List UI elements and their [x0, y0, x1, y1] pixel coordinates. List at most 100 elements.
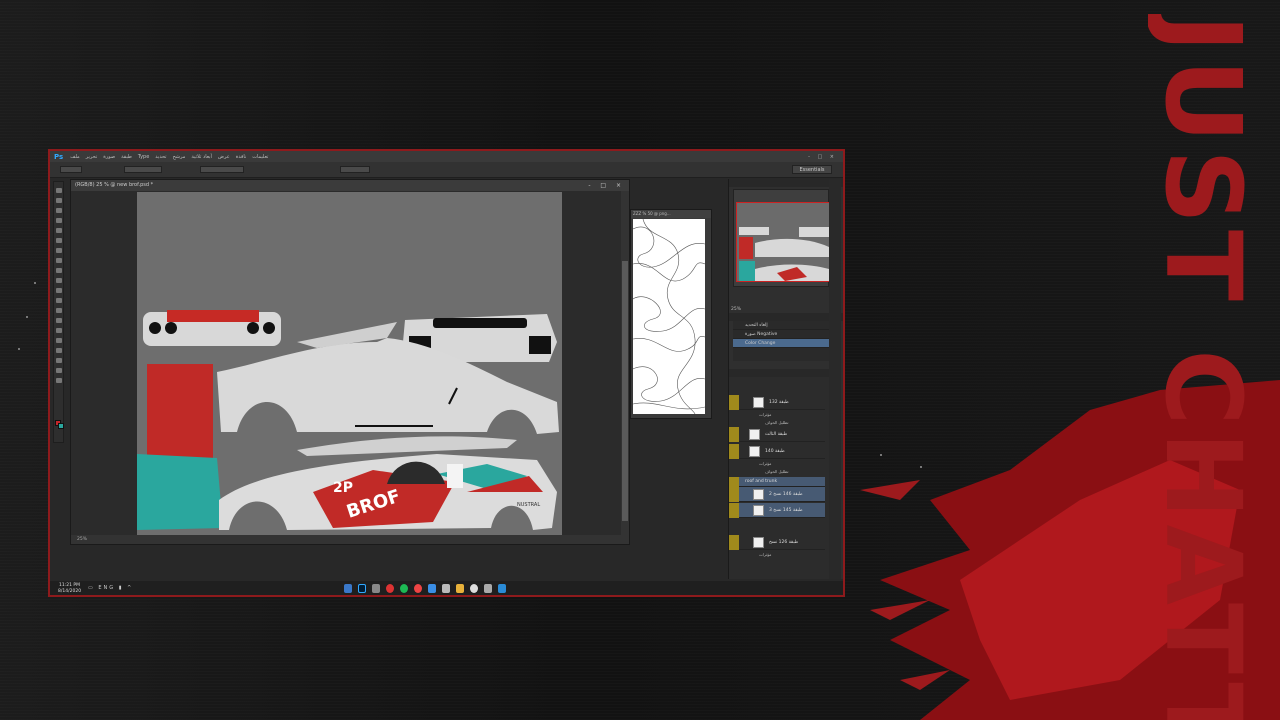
battery-icon[interactable]: ▮ — [119, 585, 124, 591]
windows-start-icon[interactable] — [344, 584, 352, 593]
background-color-swatch[interactable] — [58, 423, 64, 429]
layer-effect: مؤثرات — [759, 412, 772, 417]
edge-icon[interactable] — [428, 584, 436, 593]
blur-tool-icon[interactable] — [56, 308, 62, 313]
layer-row[interactable]: طبقة 140 — [729, 444, 825, 459]
refine-edge-button[interactable] — [340, 166, 370, 173]
app-taskbar-icon[interactable] — [386, 584, 394, 593]
history-item[interactable]: صورة Negative — [733, 330, 829, 339]
path-select-icon[interactable] — [56, 348, 62, 353]
layer-row[interactable]: طبقة الثالث — [729, 427, 825, 442]
menu-item[interactable]: Type — [135, 154, 152, 160]
decor-dot — [26, 316, 28, 318]
layer-thumbnail — [753, 489, 764, 500]
chrome-icon[interactable] — [414, 584, 422, 593]
front-bumper-red — [167, 310, 259, 322]
notification-icon[interactable]: ▭ — [88, 585, 95, 591]
eye-icon[interactable] — [729, 427, 739, 442]
menu-item[interactable]: نافذة — [233, 154, 250, 160]
eye-icon[interactable] — [729, 395, 739, 410]
history-tabs[interactable] — [729, 313, 843, 321]
layer-row[interactable]: طبقة 145 نسخ 3 — [729, 503, 825, 518]
eye-icon[interactable] — [729, 503, 739, 518]
layers-tabs[interactable] — [729, 369, 829, 377]
history-item[interactable]: إلغاء التحديد — [733, 321, 829, 330]
app-taskbar-icon[interactable] — [442, 584, 450, 593]
type-tool-icon[interactable] — [56, 338, 62, 343]
livery-canvas[interactable]: 2P BROF NUSTRAL — [137, 192, 562, 537]
layer-thumbnail — [749, 446, 760, 457]
menu-item[interactable]: أبعاد ثلاثية — [188, 154, 215, 160]
eye-icon[interactable] — [729, 535, 739, 550]
dodge-tool-icon[interactable] — [56, 318, 62, 323]
file-explorer-icon[interactable] — [456, 584, 464, 593]
pattern-canvas[interactable] — [633, 219, 705, 414]
crop-tool-icon[interactable] — [56, 228, 62, 233]
eraser-tool-icon[interactable] — [56, 288, 62, 293]
zoom-tool-icon[interactable] — [56, 378, 62, 383]
scrollbar-thumb[interactable] — [622, 261, 628, 521]
layer-row[interactable]: طبقة 126 نسخ — [729, 535, 825, 550]
brand-watermark: JUST CHATTIN — [1148, 14, 1258, 720]
gradient-tool-icon[interactable] — [56, 298, 62, 303]
app-taskbar-icon[interactable] — [372, 584, 380, 593]
search-icon[interactable] — [470, 584, 478, 593]
menu-item[interactable]: مرشح — [170, 154, 189, 160]
panel-scrollbar[interactable] — [829, 179, 841, 579]
spotify-icon[interactable] — [400, 584, 408, 593]
clone-stamp-icon[interactable] — [56, 268, 62, 273]
menu-item[interactable]: ملف — [67, 154, 83, 160]
tool-preset-picker[interactable] — [60, 166, 82, 173]
workspace-switcher[interactable]: Essentials — [792, 165, 832, 174]
layer-name: طبقة 145 نسخ 3 — [769, 508, 803, 513]
window-controls[interactable]: - □ × — [808, 154, 843, 160]
layer-row[interactable]: طبقة 132 — [729, 395, 825, 410]
navigator-tabs[interactable] — [729, 179, 843, 187]
chevron-up-icon[interactable]: ^ — [127, 585, 133, 591]
layer-name: طبقة 132 — [769, 400, 789, 405]
menu-item[interactable]: صورة — [100, 154, 118, 160]
feather-field[interactable] — [124, 166, 162, 173]
healing-brush-icon[interactable] — [56, 248, 62, 253]
navigator-panel — [733, 189, 830, 287]
layer-effect: مؤثرات — [759, 552, 772, 557]
vertical-scrollbar[interactable] — [621, 191, 629, 537]
navigator-thumbnail[interactable] — [736, 202, 830, 282]
photoshop-taskbar-icon[interactable] — [358, 584, 366, 593]
menu-item[interactable]: تحديد — [152, 154, 169, 160]
history-item[interactable]: Color Change — [733, 339, 829, 348]
eye-icon[interactable] — [729, 487, 739, 502]
shape-tool-icon[interactable] — [56, 358, 62, 363]
pen-tool-icon[interactable] — [56, 328, 62, 333]
brand-watermark-text: JUST CHATTIN — [1148, 14, 1258, 720]
windows-store-icon[interactable] — [498, 584, 506, 593]
menu-item[interactable]: تعليمات — [249, 154, 271, 160]
layer-group-row[interactable]: roof and trunk — [729, 477, 825, 487]
history-brush-icon[interactable] — [56, 278, 62, 283]
pattern-document-window: ZZZ % 50 @ png... — [630, 209, 712, 419]
pattern-document-title[interactable]: ZZZ % 50 @ png... — [631, 210, 711, 218]
document-window-controls[interactable]: - □ × — [588, 180, 625, 191]
magic-wand-icon[interactable] — [56, 218, 62, 223]
options-bar: Essentials — [50, 162, 843, 178]
style-dropdown[interactable] — [200, 166, 244, 173]
navigator-zoom[interactable]: 25% — [731, 307, 741, 312]
taskbar-clock[interactable]: 11:21 PM 8/14/2020 — [58, 583, 81, 595]
eye-icon[interactable] — [729, 444, 739, 459]
menu-item[interactable]: عرض — [215, 154, 233, 160]
app-taskbar-icon[interactable] — [484, 584, 492, 593]
eyedropper-icon[interactable] — [56, 238, 62, 243]
menu-item[interactable]: تحرير — [83, 154, 101, 160]
trunk-panel-teal — [137, 454, 223, 530]
layer-row[interactable]: طبقة 146 نسخ 2 — [729, 487, 825, 502]
language-indicator[interactable]: ENG — [98, 585, 115, 591]
eye-icon[interactable] — [729, 477, 739, 487]
lasso-tool-icon[interactable] — [56, 208, 62, 213]
zoom-level[interactable]: 25% — [77, 537, 87, 542]
menu-item[interactable]: طبقة — [118, 154, 135, 160]
brush-tool-icon[interactable] — [56, 258, 62, 263]
marquee-tool-icon[interactable] — [56, 198, 62, 203]
document-tab[interactable]: (RGB/8) 25 % @ new brof.psd * - □ × — [71, 180, 629, 191]
hand-tool-icon[interactable] — [56, 368, 62, 373]
move-tool-icon[interactable] — [56, 188, 62, 193]
